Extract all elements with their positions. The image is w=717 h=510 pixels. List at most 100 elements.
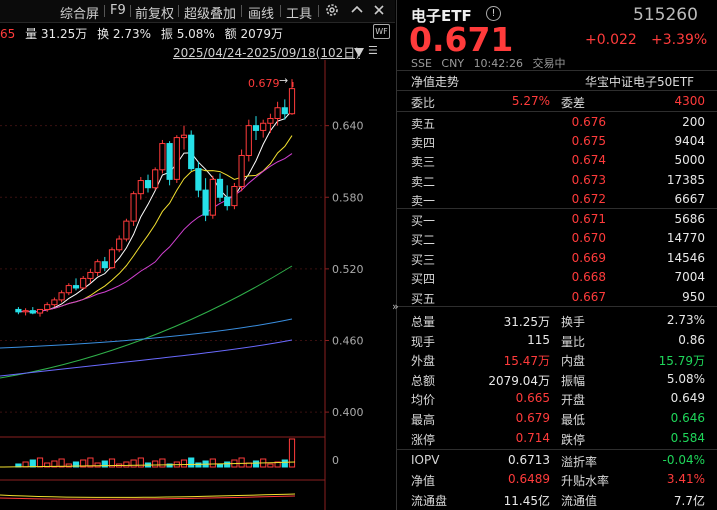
toolbar-composite-screen[interactable]: 综合屏 [60,3,99,22]
bid-volume: 14770 [666,231,705,246]
volume-bar [123,461,130,468]
stat-row: 均价 0.665 开盘 0.649 [397,389,717,408]
stat-label: IOPV [411,453,440,467]
date-range[interactable]: 2025/04/24-2025/09/18(102日) [173,44,360,61]
divider [397,306,717,307]
toolbar-separator [318,5,319,17]
security-code: 515260 [633,5,698,25]
volume-bar [152,460,159,468]
toolbar-super-overlay[interactable]: 超级叠加 [184,3,236,22]
candle-body [231,186,238,207]
stat-value: 0.649 [670,391,705,406]
bid-label: 买一 [411,214,436,228]
chart-toolbar: 综合屏 F9 前复权 超级叠加 画线 工具 [0,0,395,23]
stat-label: 流通值 [561,493,598,508]
stat-value: 0.679 [515,411,550,425]
candle-body [173,137,180,180]
stat-label: 跌停 [561,432,586,447]
gear-icon[interactable] [324,2,340,18]
ask-volume: 200 [682,115,705,129]
candle-body [36,308,44,314]
stat-label: 开盘 [561,393,586,408]
price-change: +0.022 [585,32,637,48]
candle-body [159,143,166,171]
ask-row: 卖三 0.674 5000 [397,151,717,170]
y-tick-label: 0.520 [332,263,364,276]
candle-body [44,304,51,310]
stat-value: 0.584 [670,430,705,445]
ask-price: 0.674 [571,153,606,168]
candle-body [51,299,58,306]
toolbar-drawing[interactable]: 画线 [248,3,274,22]
stat-label: 升贴水率 [561,474,610,489]
volume-bar [252,460,260,468]
toolbar-separator [178,5,179,17]
volume-bar [180,459,188,468]
ask-label: 卖二 [411,174,436,189]
y-tick-label: 0.400 [332,406,364,419]
bid-volume: 5686 [674,212,705,226]
stat-label: 内盘 [561,354,586,369]
index-name: 华宝中证电子50ETF [585,75,695,89]
volume-bar [29,459,36,468]
ask-volume: 17385 [666,172,705,187]
candle-body [94,261,101,273]
toolbar-tools[interactable]: 工具 [286,3,312,22]
stat-label: 均价 [411,393,436,408]
bid-row: 买二 0.670 14770 [397,229,717,248]
y-tick-label: 0.580 [332,191,364,204]
candle-body [202,189,209,216]
ask-volume: 9404 [674,134,705,149]
ask-label: 卖三 [411,155,436,170]
close-icon[interactable] [371,2,387,18]
triangle-down-icon[interactable] [352,44,366,58]
chevron-up-icon[interactable] [349,2,365,18]
info-icon[interactable]: ! [486,6,501,21]
ask-volume: 6667 [674,191,705,206]
candle-body [274,107,281,119]
more-icon[interactable]: ☰ [368,44,378,57]
volume-bar [195,462,202,468]
stat-label: 净值 [411,474,436,489]
candle-body [130,193,137,222]
stat-row: 流通盘 11.45亿 流通值 7.7亿 [397,490,717,509]
bid-row: 买四 0.668 7004 [397,268,717,287]
nav-trend-link[interactable]: 净值走势 [411,73,459,90]
collapse-panel-icon[interactable]: » [392,300,399,313]
ask-row: 卖五 0.676 200 [397,113,717,132]
last-price: 0.671 [409,20,514,59]
info-turnover: 换 2.73% [97,27,152,41]
candle-body [137,180,144,195]
y-tick-label: 0.460 [332,334,364,347]
volume-bar [36,457,44,468]
toolbar-forward-adjust[interactable]: 前复权 [135,3,174,22]
stat-row: IOPV 0.6713 溢折率 -0.04% [397,451,717,470]
stat-row: 净值 0.6489 升贴水率 3.41% [397,470,717,489]
stat-value: 7.7亿 [673,493,705,508]
volume-tick-label: 0 [332,454,339,467]
info-amount: 额 2079万 [224,27,283,41]
bid-volume: 14546 [666,250,705,265]
bid-price: 0.668 [571,270,606,285]
stat-value: 115 [527,332,550,347]
toolbar-separator [241,5,242,17]
ask-label: 卖四 [411,136,436,151]
ask-label: 卖五 [411,117,436,131]
quote-time: 10:42:26 [473,57,523,70]
stat-label: 溢折率 [561,455,598,469]
chart-info-line: 65 量 31.25万 换 2.73% 振 5.08% 额 2079万 [0,25,283,42]
toolbar-f9[interactable]: F9 [110,3,126,18]
weibi-row: 委比 5.27% 委差 4300 [397,92,717,111]
bid-label: 买二 [411,233,436,248]
wf-badge[interactable]: WF [373,24,390,39]
candle-body [123,220,130,240]
divider [397,90,717,91]
info-prefix: 65 [0,27,16,41]
candle-body [209,178,216,216]
stat-label: 涨停 [411,432,436,447]
divider [397,449,717,450]
stat-value: 2079.04万 [488,373,550,388]
volume-bar [267,463,274,468]
candle-body [238,154,245,188]
candle-body [188,134,195,170]
